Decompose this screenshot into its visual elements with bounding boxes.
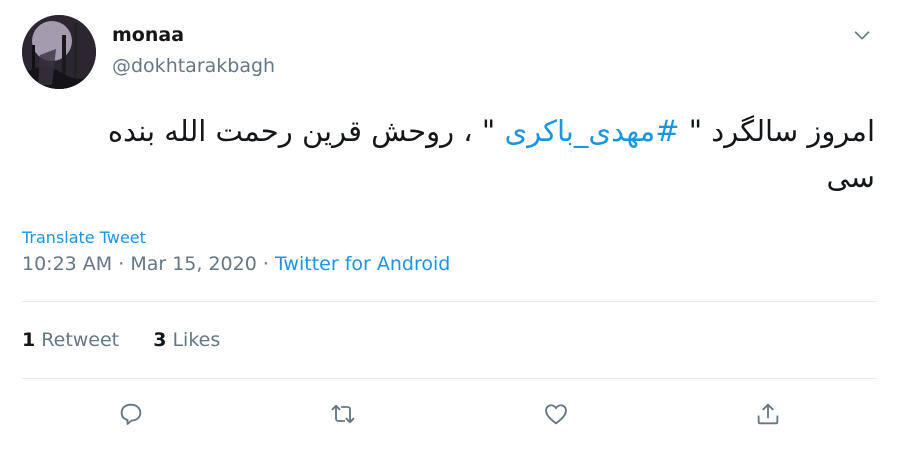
heart-icon[interactable] (535, 393, 577, 435)
tweet-text: امروز سالگرد " #مهدی_باکری " ، روحش قرین… (55, 108, 875, 200)
tweet-meta: 10:23 AM · Mar 15, 2020 · Twitter for An… (22, 253, 450, 275)
divider (22, 301, 877, 302)
tweet-card: monaa @dokhtarakbagh امروز سالگرد " #مهد… (0, 0, 897, 450)
retweets-label: Retweet (41, 329, 120, 351)
tweet-date[interactable]: Mar 15, 2020 (130, 253, 257, 275)
avatar-image (22, 15, 96, 89)
retweet-icon[interactable] (322, 393, 364, 435)
likes-count: 3 (153, 329, 167, 351)
tweet-stats: 1 Retweet 3 Likes (22, 329, 248, 351)
user-handle[interactable]: @dokhtarakbagh (112, 55, 275, 77)
tweet-time[interactable]: 10:23 AM (22, 253, 112, 275)
chevron-down-icon[interactable] (851, 24, 873, 46)
source-link[interactable]: Twitter for Android (275, 253, 450, 275)
likes-label: Likes (172, 329, 221, 351)
avatar[interactable] (22, 15, 96, 89)
tweet-text-before: امروز سالگرد " (679, 114, 875, 148)
retweets-stat[interactable]: 1 Retweet (22, 329, 119, 351)
divider (22, 378, 877, 379)
hashtag-link[interactable]: #مهدی_باکری (504, 114, 679, 148)
likes-stat[interactable]: 3 Likes (153, 329, 220, 351)
display-name[interactable]: monaa (112, 24, 184, 46)
action-bar (0, 393, 897, 435)
meta-separator: · (262, 253, 269, 275)
meta-separator: · (118, 253, 125, 275)
reply-icon[interactable] (110, 393, 152, 435)
retweets-count: 1 (22, 329, 36, 351)
translate-tweet-link[interactable]: Translate Tweet (22, 228, 146, 247)
share-icon[interactable] (747, 393, 789, 435)
